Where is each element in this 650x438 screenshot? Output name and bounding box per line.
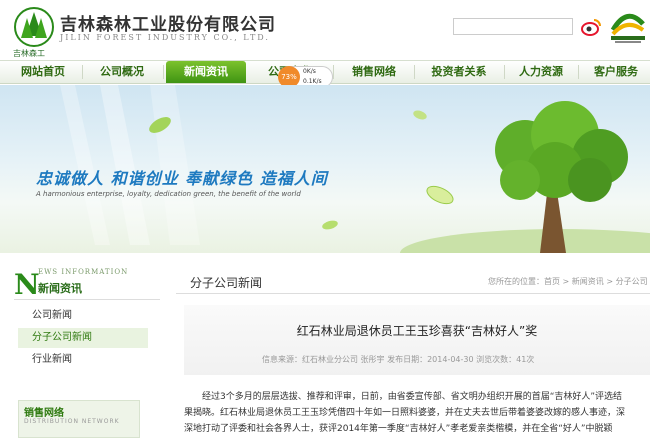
sidebar-title-en: EWS INFORMATION: [38, 268, 129, 276]
nav-item-home[interactable]: 网站首页: [6, 61, 80, 83]
distribution-network-title: 销售网络: [24, 408, 64, 419]
article-meta: 信息来源：红石林业分公司 张彤宇 发布日期：2014-04-30 浏览次数：41…: [262, 355, 535, 364]
nav-divider: [578, 65, 579, 79]
breadcrumb[interactable]: 您所在的位置：首页 > 新闻资讯 > 分子公司: [488, 276, 648, 287]
sidebar-title: 新闻资讯: [38, 282, 82, 295]
page-title: 分子公司新闻: [190, 276, 263, 290]
company-logo-icon[interactable]: [14, 6, 54, 48]
upload-speed: 0K/s: [303, 68, 316, 75]
nav-item-investors[interactable]: 投资者关系: [416, 61, 502, 83]
search-input[interactable]: [453, 18, 573, 35]
sidebar-item-industry-news[interactable]: 行业新闻: [18, 350, 148, 370]
nav-divider: [414, 65, 415, 79]
nav-divider: [163, 65, 164, 79]
banner-slogan: 忠诚做人 和谐创业 奉献绿色 造福人间: [36, 169, 328, 188]
nav-item-sales[interactable]: 销售网络: [336, 61, 412, 83]
company-name: 吉林森林工业股份有限公司: [60, 15, 276, 35]
article-paragraph-line: 经过3个多月的层层选拔、推荐和评审，日前，由省委宣传部、省文明办组织开展的首届“…: [202, 392, 623, 402]
sidebar-item-company-news[interactable]: 公司新闻: [18, 306, 148, 326]
china-forestry-net-logo-icon[interactable]: [607, 4, 649, 46]
nav-divider: [333, 65, 334, 79]
weibo-icon[interactable]: [580, 16, 602, 38]
nav-item-news[interactable]: 新闻资讯: [166, 61, 246, 83]
nav-item-about[interactable]: 公司概况: [84, 61, 160, 83]
article-paragraph-line: 果揭晓。红石林业局退休员工王玉珍凭借四十年如一日照料婆婆，并在丈夫去世后带着婆婆…: [184, 408, 626, 418]
article-title: 红石林业局退休员工王玉珍喜获“吉林好人”奖: [296, 324, 538, 338]
sidebar-title-letter: N: [14, 268, 40, 301]
download-speed: 0.1K/s: [303, 78, 322, 85]
banner-slogan-en: A harmonious enterprise, loyalty, dedica…: [36, 190, 301, 198]
sidebar-divider: [14, 299, 160, 300]
sidebar-item-subsidiary-news[interactable]: 分子公司新闻: [18, 328, 148, 348]
header: 吉林森工 吉林森林工业股份有限公司 JILIN FOREST INDUSTRY …: [0, 0, 650, 60]
article-paragraph-line: 深地打动了评委和社会各界人士，获评2014年第一季度“吉林好人”孝老爱亲类楷模，…: [184, 424, 613, 434]
logo-caption: 吉林森工: [13, 49, 45, 58]
hero-banner: 忠诚做人 和谐创业 奉献绿色 造福人间 A harmonious enterpr…: [0, 85, 650, 253]
nav-divider: [82, 65, 83, 79]
distribution-network-title-en: DISTRIBUTION NETWORK: [24, 418, 120, 425]
nav-divider: [504, 65, 505, 79]
nav-item-service[interactable]: 客户服务: [582, 61, 650, 83]
page: 吉林森工 吉林森林工业股份有限公司 JILIN FOREST INDUSTRY …: [0, 0, 650, 438]
nav-item-hr[interactable]: 人力资源: [506, 61, 576, 83]
company-name-en: JILIN FOREST INDUSTRY CO., LTD.: [60, 33, 270, 42]
